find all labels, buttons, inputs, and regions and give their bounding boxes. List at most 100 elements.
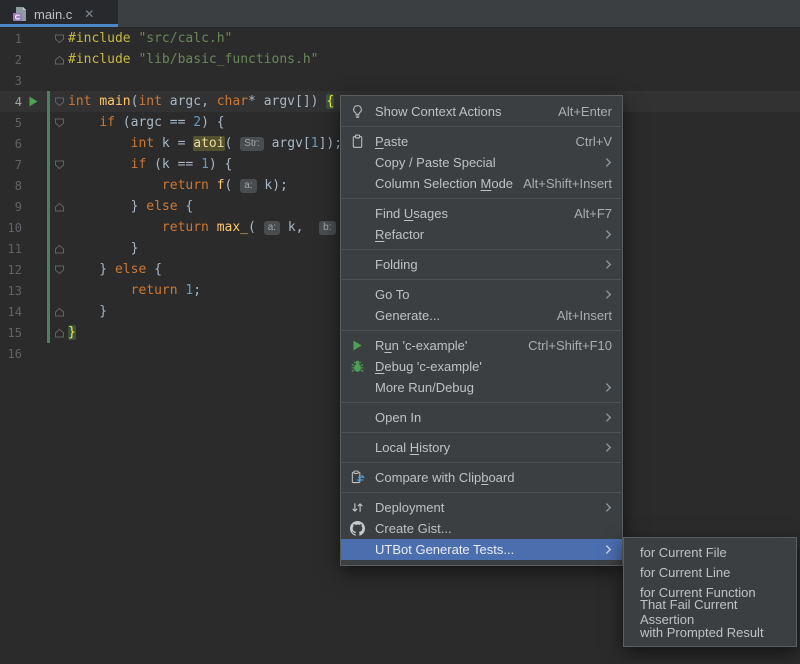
vcs-added-stripe [47,322,50,343]
menu-separator [342,330,621,331]
line-number: 14 [0,305,22,319]
menu-item-label: Generate... [375,308,440,323]
code-token: atoi [193,136,224,151]
compare-icon [349,470,366,485]
fold-end-icon[interactable] [52,202,66,212]
code-token: 2 [193,115,201,130]
line-number: 12 [0,263,22,277]
code-token: else [146,199,177,214]
menu-item-label: Show Context Actions [375,104,501,119]
code-token: } [68,262,115,277]
code-token [68,136,131,151]
submenu-arrow-icon [605,544,612,555]
code-line[interactable]: 1#include "src/calc.h" [0,28,800,49]
vcs-added-stripe [47,196,50,217]
code-token: ( [248,220,264,235]
code-token: else [115,262,146,277]
submenu-item-for-current-line[interactable]: for Current Line [624,562,796,582]
code-line[interactable]: 2#include "lib/basic_functions.h" [0,49,800,70]
code-text: } else { [66,262,162,277]
submenu-arrow-icon [605,442,612,453]
editor-context-menu: Show Context ActionsAlt+Enter PasteCtrl+V… [340,95,623,566]
line-number: 6 [0,137,22,151]
menu-item-label: Refactor [375,227,424,242]
vcs-change-bar [44,238,52,259]
fold-start-icon[interactable] [52,118,66,128]
code-text: int k = atoi( Str: argv[1]); [66,136,342,151]
menu-item-go-to[interactable]: Go To [341,284,622,305]
menu-item-paste[interactable]: PasteCtrl+V [341,131,622,152]
code-token [68,178,162,193]
fold-end-icon[interactable] [52,244,66,254]
code-token: return [162,220,209,235]
vcs-added-stripe [47,154,50,175]
menu-item-compare-with-clipboard[interactable]: Compare with Clipboard [341,467,622,488]
fold-start-icon[interactable] [52,97,66,107]
menu-item-find-usages[interactable]: Find UsagesAlt+F7 [341,203,622,224]
submenu-item-that-fail-current-assertion[interactable]: That Fail Current Assertion [624,602,796,622]
fold-start-icon[interactable] [52,34,66,44]
fold-start-icon[interactable] [52,265,66,275]
code-token: } [68,241,138,256]
menu-item-column-selection-mode[interactable]: Column Selection ModeAlt+Shift+Insert [341,173,622,194]
menu-item-open-in[interactable]: Open In [341,407,622,428]
debug-icon [349,359,366,374]
fold-end-icon[interactable] [52,328,66,338]
vcs-added-stripe [47,301,50,322]
menu-separator [342,279,621,280]
submenu-item-label: with Prompted Result [640,625,764,640]
submenu-arrow-icon [605,229,612,240]
menu-item-generate[interactable]: Generate...Alt+Insert [341,305,622,326]
submenu-item-label: for Current File [640,545,727,560]
menu-item-label: Deployment [375,500,444,515]
menu-item-run-c-example[interactable]: Run 'c-example'Ctrl+Shift+F10 [341,335,622,356]
line-number: 7 [0,158,22,172]
fold-end-icon[interactable] [52,307,66,317]
vcs-added-stripe [47,238,50,259]
menu-item-shortcut: Alt+F7 [574,206,612,221]
menu-item-more-run-debug[interactable]: More Run/Debug [341,377,622,398]
menu-item-copy-paste-special[interactable]: Copy / Paste Special [341,152,622,173]
menu-item-local-history[interactable]: Local History [341,437,622,458]
utbot-generate-tests-submenu: for Current Filefor Current Linefor Curr… [623,537,797,647]
menu-item-create-gist[interactable]: Create Gist... [341,518,622,539]
line-number: 2 [0,53,22,67]
menu-item-label: More Run/Debug [375,380,474,395]
vcs-space [44,49,52,70]
line-number: 9 [0,200,22,214]
code-token [209,220,217,235]
menu-item-shortcut: Ctrl+V [576,134,612,149]
menu-item-refactor[interactable]: Refactor [341,224,622,245]
tab-close-icon[interactable]: ✕ [84,7,94,21]
fold-end-icon[interactable] [52,55,66,65]
submenu-arrow-icon [605,289,612,300]
code-token: return [162,178,209,193]
line-number: 13 [0,284,22,298]
code-line[interactable]: 3 [0,70,800,91]
code-token: main [99,94,130,109]
fold-start-icon[interactable] [52,160,66,170]
code-token: (k == [146,157,201,172]
vcs-added-stripe [47,175,50,196]
editor-tab-bar: C main.c ✕ [0,0,800,28]
run-gutter-icon[interactable] [22,95,44,108]
vcs-change-bar [44,175,52,196]
submenu-item-for-current-file[interactable]: for Current File [624,542,796,562]
menu-item-utbot-generate-tests[interactable]: UTBot Generate Tests... [341,539,622,560]
code-token: ; [193,283,201,298]
menu-item-label: Copy / Paste Special [375,155,496,170]
code-token: int [131,136,154,151]
menu-item-folding[interactable]: Folding [341,254,622,275]
vcs-change-bar [44,154,52,175]
menu-item-show-context-actions[interactable]: Show Context ActionsAlt+Enter [341,101,622,122]
menu-item-debug-c-example[interactable]: Debug 'c-example' [341,356,622,377]
menu-item-label: Debug 'c-example' [375,359,482,374]
code-token: } [68,304,107,319]
menu-item-deployment[interactable]: Deployment [341,497,622,518]
code-token: { [326,94,334,109]
vcs-change-bar [44,280,52,301]
vcs-added-stripe [47,91,50,112]
code-token: if [99,115,115,130]
line-number: 5 [0,116,22,130]
code-token: f [217,178,225,193]
